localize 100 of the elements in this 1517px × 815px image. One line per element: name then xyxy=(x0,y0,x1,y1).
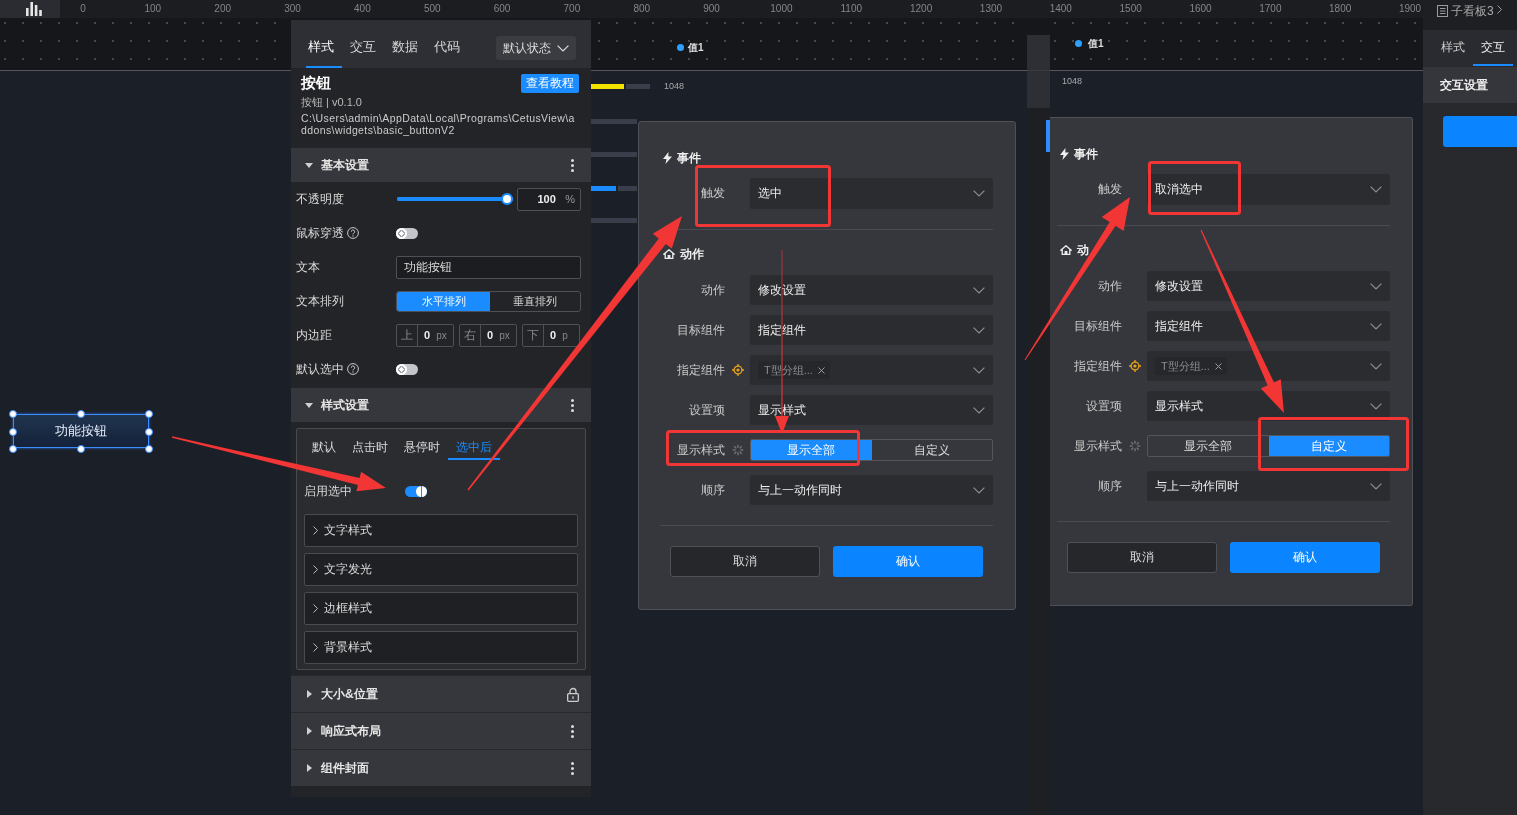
collapsible-group[interactable]: 文字发光 xyxy=(304,553,578,586)
confirm-button[interactable]: 确认 xyxy=(833,546,983,577)
resize-handle[interactable] xyxy=(9,445,17,453)
collapsible-group[interactable]: 文字样式 xyxy=(304,514,578,547)
panel-tab[interactable]: 样式 xyxy=(306,28,342,68)
state-dropdown[interactable]: 默认状态 xyxy=(496,36,576,60)
select-field[interactable]: 显示样式 xyxy=(1147,391,1390,421)
ruler-label: 400 xyxy=(354,3,371,14)
section-header[interactable]: 基本设置 xyxy=(291,148,591,182)
section-header[interactable]: 响应式布局 xyxy=(291,712,591,749)
cancel-button[interactable]: 取消 xyxy=(670,546,820,577)
segmented-control[interactable]: 显示全部 自定义 xyxy=(750,439,993,461)
collapsible-group[interactable]: 背景样式 xyxy=(304,631,578,664)
bar-value-label: 1048 xyxy=(664,81,685,91)
crosshair-icon[interactable] xyxy=(731,364,744,376)
legend-label: 值1 xyxy=(688,42,704,54)
select-field[interactable]: 取消选中 xyxy=(1147,174,1390,205)
section-header[interactable]: 组件封面 xyxy=(291,749,591,786)
slider-thumb[interactable] xyxy=(501,193,513,205)
panel-tab[interactable]: 数据 xyxy=(390,28,426,68)
resize-handle[interactable] xyxy=(145,410,153,418)
select-field[interactable]: T型分组... xyxy=(1147,351,1390,381)
field-label: 设置项 xyxy=(689,401,725,419)
section-title: 组件封面 xyxy=(321,759,369,777)
widget-title: 按钮 xyxy=(301,73,331,93)
field-label: 不透明度 xyxy=(296,190,344,208)
state-tab[interactable]: 默认 xyxy=(304,437,344,460)
resize-handle[interactable] xyxy=(9,410,17,418)
bar-track xyxy=(626,84,650,89)
toggle-switch[interactable] xyxy=(396,363,418,375)
canvas-button[interactable]: 功能按钮 xyxy=(13,414,149,448)
padding-field[interactable]: 右 0 px xyxy=(459,323,517,347)
select-field[interactable]: 选中 xyxy=(750,178,993,209)
segment-option[interactable]: 垂直排列 xyxy=(490,291,580,311)
segmented-control[interactable]: 显示全部 自定义 xyxy=(1147,435,1390,457)
field-label: 内边距 xyxy=(296,326,332,344)
resize-handle[interactable] xyxy=(145,445,153,453)
bar-chart-icon[interactable] xyxy=(26,2,42,16)
segment-option[interactable]: 自定义 xyxy=(871,440,992,460)
breadcrumb-item[interactable]: 子看板3 xyxy=(1451,4,1494,18)
field-label: 文本 xyxy=(296,258,320,276)
kebab-menu-icon[interactable] xyxy=(571,761,574,775)
ruler-label: 1300 xyxy=(979,3,1003,14)
ruler-label: 0 xyxy=(80,3,86,14)
toggle-switch[interactable] xyxy=(405,485,427,497)
confirm-button[interactable]: 确认 xyxy=(1230,542,1380,573)
chart-bar xyxy=(591,84,624,89)
resize-handle[interactable] xyxy=(77,410,85,418)
ruler-label: 1800 xyxy=(1329,3,1352,14)
caret-right-icon[interactable] xyxy=(306,727,312,735)
panel-tab[interactable]: 样式 xyxy=(1433,30,1473,66)
collapsible-group[interactable]: 边框样式 xyxy=(304,592,578,625)
segmented-control[interactable]: 水平排列 垂直排列 xyxy=(396,290,581,312)
panel-tab[interactable]: 代码 xyxy=(432,28,468,68)
panel-icon xyxy=(1437,5,1448,17)
resize-handle[interactable] xyxy=(77,445,85,453)
panel-tab[interactable]: 交互 xyxy=(348,28,384,68)
field-label: 指定组件 xyxy=(677,361,725,379)
lightning-icon xyxy=(1060,148,1069,160)
select-field[interactable]: 指定组件 xyxy=(750,315,993,345)
number-field[interactable]: 100 % xyxy=(517,187,581,211)
state-tab[interactable]: 点击时 xyxy=(344,437,396,460)
ruler-label: 100 xyxy=(144,3,162,14)
ruler-label: 700 xyxy=(563,3,581,14)
caret-down-icon[interactable] xyxy=(305,402,313,408)
bar-track xyxy=(591,119,637,124)
chevron-down-icon xyxy=(1370,482,1382,490)
select-field[interactable]: 指定组件 xyxy=(1147,311,1390,341)
spinner-icon xyxy=(731,444,744,456)
cancel-button[interactable]: 取消 xyxy=(1067,542,1217,573)
bar-track xyxy=(591,218,637,223)
select-field[interactable]: 与上一动作同时 xyxy=(1147,471,1390,501)
house-icon xyxy=(663,249,675,259)
caret-down-icon[interactable] xyxy=(305,162,313,168)
caret-right-icon[interactable] xyxy=(306,690,312,698)
select-field[interactable]: 修改设置 xyxy=(1147,271,1390,301)
lock-icon[interactable] xyxy=(567,686,579,702)
chevron-down-icon xyxy=(1370,282,1382,290)
select-field[interactable]: 修改设置 xyxy=(750,275,993,305)
tag-chip[interactable]: T型分组... xyxy=(1155,357,1227,375)
text-field[interactable]: 功能按钮 xyxy=(396,255,581,279)
segment-option[interactable]: 显示全部 xyxy=(1148,436,1269,456)
toggle-switch[interactable] xyxy=(396,227,418,239)
toolbar-button[interactable] xyxy=(0,0,60,18)
state-tab[interactable]: 悬停时 xyxy=(396,437,448,460)
crosshair-icon[interactable] xyxy=(1128,360,1141,372)
padding-field[interactable]: 上 0 px xyxy=(396,323,454,347)
ruler-label: 900 xyxy=(703,3,720,14)
widget-path: C:\Users\admin\AppData\Local\Programs\CetusView\addons\widgets\basic_buttonV2 xyxy=(301,112,576,136)
kebab-menu-icon[interactable] xyxy=(571,398,574,412)
close-icon[interactable] xyxy=(817,366,825,374)
kebab-menu-icon[interactable] xyxy=(571,724,574,738)
section-header[interactable]: 大小&位置 xyxy=(291,675,591,712)
padding-field[interactable]: 下 0 p xyxy=(522,323,580,347)
ruler-label: 1500 xyxy=(1119,3,1142,14)
section-header[interactable]: 样式设置 xyxy=(291,388,591,422)
kebab-menu-icon[interactable] xyxy=(571,158,574,172)
select-field[interactable]: 与上一动作同时 xyxy=(750,475,993,505)
caret-right-icon[interactable] xyxy=(306,764,312,772)
close-icon[interactable] xyxy=(1214,362,1222,370)
